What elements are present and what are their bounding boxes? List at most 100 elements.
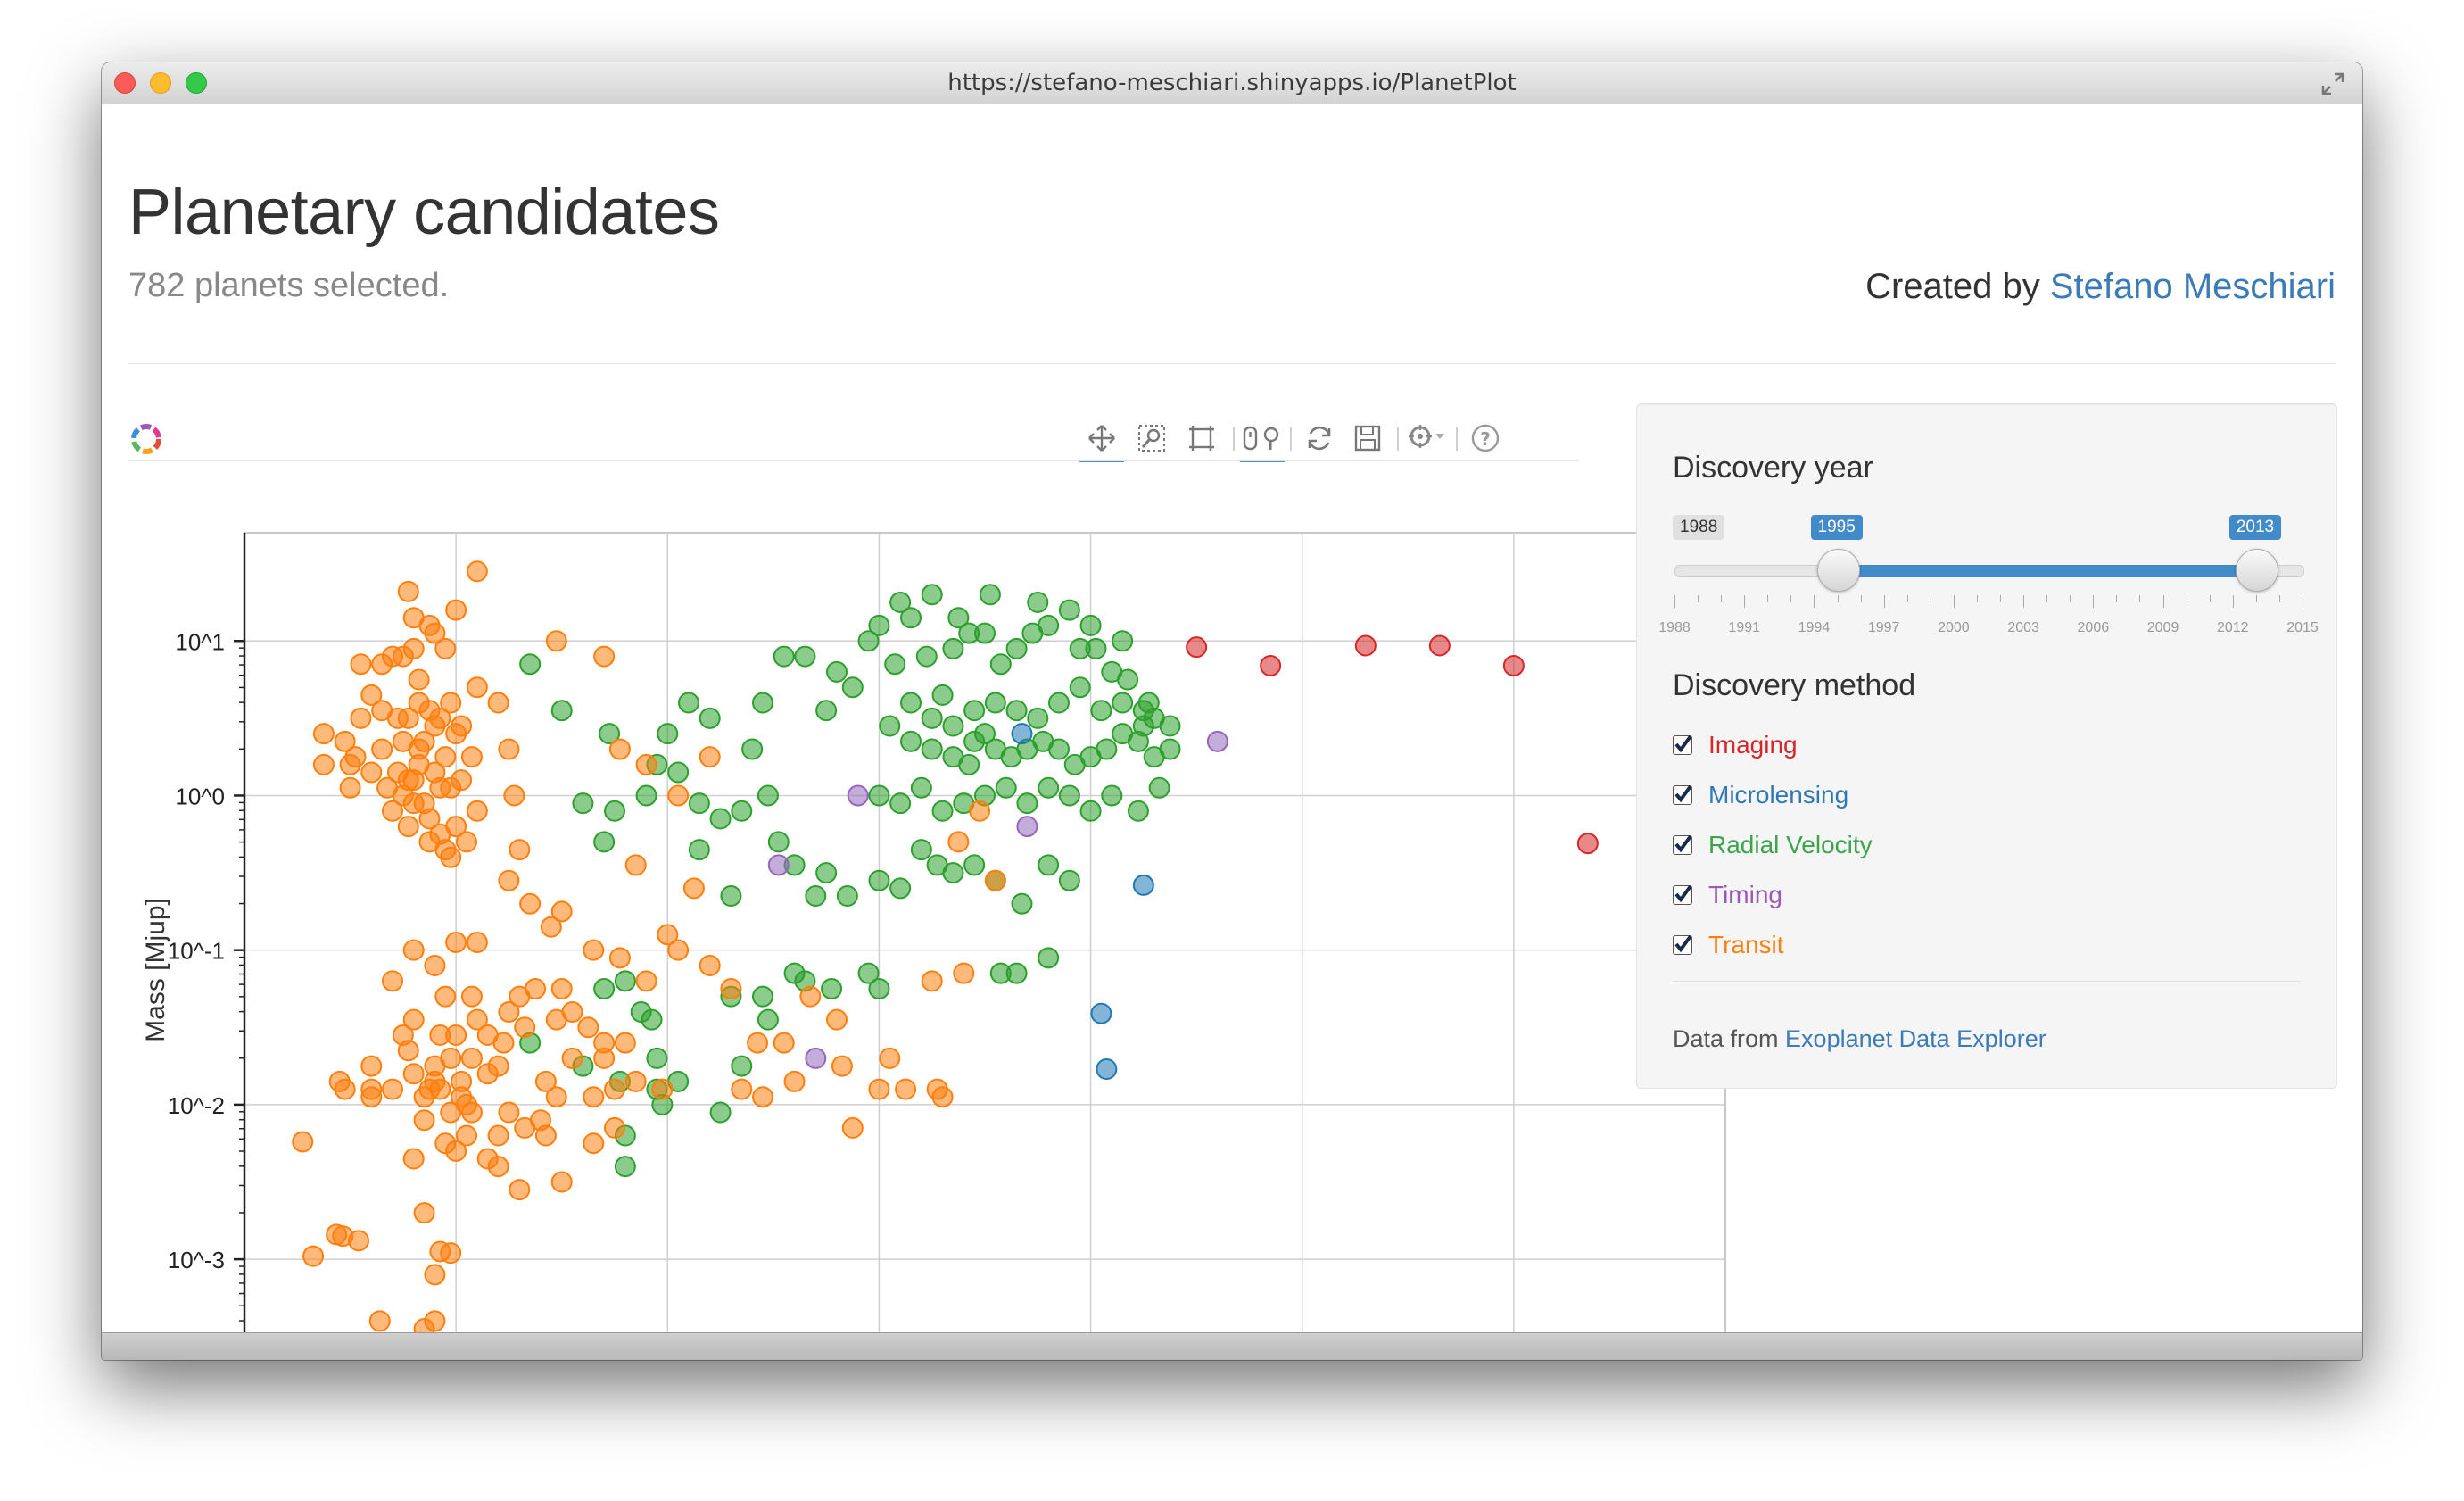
data-point-transit[interactable] — [360, 761, 383, 784]
data-source-link[interactable]: Exoplanet Data Explorer — [1785, 1025, 2046, 1052]
data-point-radial-velocity[interactable] — [910, 839, 932, 861]
data-point-transit[interactable] — [487, 692, 509, 714]
data-point-transit[interactable] — [699, 746, 721, 768]
data-point-transit[interactable] — [614, 1032, 636, 1054]
data-point-transit[interactable] — [460, 1047, 483, 1069]
data-point-transit[interactable] — [466, 932, 488, 954]
data-point-radial-velocity[interactable] — [1058, 869, 1080, 891]
data-point-imaging[interactable] — [1354, 634, 1377, 657]
data-point-transit[interactable] — [624, 1070, 647, 1092]
data-point-timing[interactable] — [847, 784, 869, 807]
data-point-radial-velocity[interactable] — [942, 862, 964, 884]
data-point-transit[interactable] — [545, 630, 567, 652]
data-point-radial-velocity[interactable] — [1159, 738, 1181, 760]
data-point-transit[interactable] — [456, 1124, 477, 1147]
data-point-transit[interactable] — [931, 1086, 954, 1108]
data-point-transit[interactable] — [984, 869, 1006, 891]
data-point-transit[interactable] — [360, 1055, 383, 1077]
data-point-radial-velocity[interactable] — [815, 700, 838, 722]
data-point-radial-velocity[interactable] — [1038, 776, 1060, 799]
method-timing[interactable]: Timing — [1673, 877, 1782, 913]
microlensing-checkbox[interactable] — [1673, 784, 1692, 805]
data-point-radial-velocity[interactable] — [731, 800, 753, 822]
data-point-transit[interactable] — [424, 955, 446, 976]
scatter-plot[interactable]: 10^110^010^-110^-210^-310^-4 Mass [Mjup] — [128, 461, 1734, 1333]
data-point-radial-velocity[interactable] — [989, 653, 1012, 676]
data-point-radial-velocity[interactable] — [889, 877, 912, 900]
data-point-transit[interactable] — [519, 892, 542, 915]
data-point-radial-velocity[interactable] — [1058, 784, 1080, 807]
data-point-transit[interactable] — [503, 784, 525, 807]
data-point-radial-velocity[interactable] — [995, 776, 1017, 799]
data-point-radial-velocity[interactable] — [868, 614, 890, 636]
data-point-transit[interactable] — [514, 1016, 536, 1039]
data-point-radial-velocity[interactable] — [794, 645, 816, 668]
data-point-transit[interactable] — [635, 970, 657, 992]
data-point-radial-velocity[interactable] — [889, 591, 912, 613]
data-point-radial-velocity[interactable] — [989, 962, 1012, 984]
data-point-transit[interactable] — [392, 1024, 414, 1046]
data-point-radial-velocity[interactable] — [1038, 614, 1060, 636]
data-point-transit[interactable] — [413, 1109, 435, 1132]
data-point-radial-velocity[interactable] — [1079, 800, 1102, 822]
data-point-imaging[interactable] — [1502, 654, 1525, 676]
imaging-checkbox[interactable] — [1673, 734, 1692, 755]
radial-velocity-checkbox[interactable] — [1673, 834, 1692, 855]
data-point-radial-velocity[interactable] — [868, 977, 890, 999]
data-point-transit[interactable] — [440, 846, 462, 868]
data-point-transit[interactable] — [799, 985, 822, 1008]
data-point-radial-velocity[interactable] — [688, 792, 710, 815]
data-point-transit[interactable] — [302, 1245, 325, 1267]
data-point-radial-velocity[interactable] — [963, 854, 986, 876]
data-point-transit[interactable] — [487, 1055, 509, 1077]
data-point-radial-velocity[interactable] — [757, 1008, 779, 1031]
data-point-radial-velocity[interactable] — [963, 700, 986, 722]
data-point-transit[interactable] — [487, 1156, 509, 1178]
data-point-timing[interactable] — [1016, 816, 1038, 838]
data-point-transit[interactable] — [583, 1132, 605, 1155]
data-point-transit[interactable] — [624, 854, 647, 876]
data-point-transit[interactable] — [312, 723, 335, 745]
data-point-radial-velocity[interactable] — [958, 753, 980, 775]
data-point-transit[interactable] — [368, 1310, 391, 1332]
data-point-transit[interactable] — [947, 831, 970, 853]
data-point-transit[interactable] — [498, 1101, 520, 1124]
data-point-transit[interactable] — [371, 738, 393, 760]
data-point-transit[interactable] — [445, 599, 467, 621]
data-point-radial-velocity[interactable] — [868, 784, 890, 807]
data-point-transit[interactable] — [466, 560, 488, 583]
data-point-radial-velocity[interactable] — [805, 885, 827, 908]
method-radial-velocity[interactable]: Radial Velocity — [1673, 827, 1873, 863]
data-point-transit[interactable] — [424, 1310, 446, 1332]
data-point-transit[interactable] — [773, 1032, 795, 1054]
reset-tool[interactable] — [1297, 417, 1342, 460]
data-point-transit[interactable] — [339, 776, 361, 799]
data-point-transit[interactable] — [608, 947, 631, 969]
data-point-transit[interactable] — [440, 1101, 462, 1124]
data-point-timing[interactable] — [805, 1047, 827, 1069]
data-point-transit[interactable] — [699, 955, 721, 976]
data-point-radial-velocity[interactable] — [815, 862, 838, 884]
data-point-radial-velocity[interactable] — [1048, 692, 1070, 714]
data-point-transit[interactable] — [451, 769, 473, 792]
data-point-radial-velocity[interactable] — [678, 692, 699, 714]
pan-tool[interactable] — [1079, 417, 1124, 462]
data-point-radial-velocity[interactable] — [657, 723, 679, 745]
data-point-radial-velocity[interactable] — [741, 738, 764, 760]
data-point-radial-velocity[interactable] — [826, 660, 848, 683]
data-point-transit[interactable] — [534, 1124, 557, 1147]
data-point-transit[interactable] — [635, 753, 657, 775]
data-point-transit[interactable] — [408, 753, 430, 775]
data-point-transit[interactable] — [604, 1116, 625, 1139]
data-point-transit[interactable] — [879, 1047, 901, 1069]
data-point-transit[interactable] — [577, 1016, 599, 1039]
data-point-transit[interactable] — [371, 700, 393, 722]
data-point-radial-velocity[interactable] — [1005, 700, 1028, 722]
data-point-transit[interactable] — [921, 970, 943, 992]
data-point-transit[interactable] — [392, 645, 414, 668]
data-point-transit[interactable] — [402, 792, 425, 815]
transit-checkbox[interactable] — [1673, 934, 1692, 955]
data-point-radial-velocity[interactable] — [1117, 668, 1139, 691]
slider-low-handle[interactable] — [1816, 549, 1860, 592]
data-point-transit[interactable] — [545, 1086, 567, 1108]
